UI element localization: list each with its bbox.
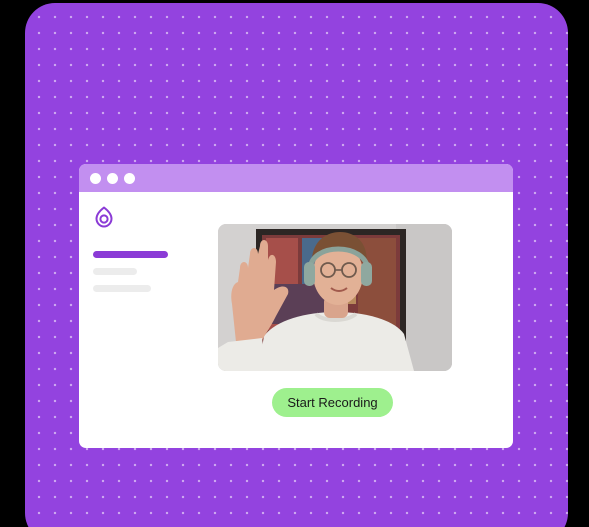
webcam-preview-image [218,224,452,371]
browser-titlebar [79,164,513,192]
stage: Start Recording [0,0,589,527]
window-dot-3 [124,173,135,184]
browser-window: Start Recording [79,164,513,448]
window-dot-1 [90,173,101,184]
start-recording-button[interactable]: Start Recording [272,388,393,417]
webcam-preview [218,224,452,371]
sidebar-item-active[interactable] [93,251,168,258]
window-dot-2 [107,173,118,184]
app-logo-icon [95,206,113,228]
sidebar-item-placeholder[interactable] [93,268,137,275]
sidebar-item-placeholder[interactable] [93,285,151,292]
